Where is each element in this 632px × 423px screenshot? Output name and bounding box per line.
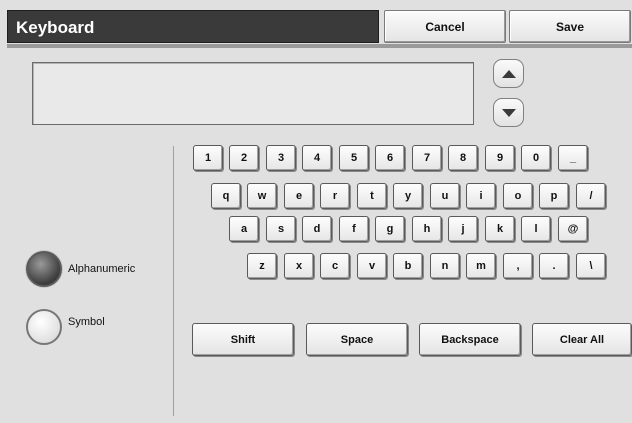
key-u[interactable]: u — [430, 183, 460, 209]
backspace-button[interactable]: Backspace — [419, 323, 521, 356]
key-at[interactable]: @ — [558, 216, 588, 242]
key-2[interactable]: 2 — [229, 145, 259, 171]
key-h[interactable]: h — [412, 216, 442, 242]
scroll-down-button[interactable] — [493, 98, 524, 127]
title-underline — [7, 44, 632, 48]
key-comma[interactable]: , — [503, 253, 533, 279]
key-l[interactable]: l — [521, 216, 551, 242]
key-slash[interactable]: / — [576, 183, 606, 209]
cancel-button[interactable]: Cancel — [384, 10, 506, 43]
clear-all-button[interactable]: Clear All — [532, 323, 632, 356]
key-5[interactable]: 5 — [339, 145, 369, 171]
text-entry-field[interactable] — [32, 62, 474, 125]
key-r[interactable]: r — [320, 183, 350, 209]
key-1[interactable]: 1 — [193, 145, 223, 171]
key-o[interactable]: o — [503, 183, 533, 209]
keyboard-dialog: Keyboard Cancel Save 1 2 3 4 5 6 7 8 9 0… — [0, 0, 632, 423]
section-divider — [173, 146, 174, 416]
shift-button[interactable]: Shift — [192, 323, 294, 356]
key-x[interactable]: x — [284, 253, 314, 279]
key-d[interactable]: d — [302, 216, 332, 242]
key-y[interactable]: y — [393, 183, 423, 209]
triangle-down-icon — [501, 108, 516, 117]
key-i[interactable]: i — [466, 183, 496, 209]
key-7[interactable]: 7 — [412, 145, 442, 171]
key-k[interactable]: k — [485, 216, 515, 242]
alphanumeric-label: Alphanumeric — [68, 263, 136, 275]
key-8[interactable]: 8 — [448, 145, 478, 171]
key-underscore[interactable]: _ — [558, 145, 588, 171]
key-b[interactable]: b — [393, 253, 423, 279]
key-9[interactable]: 9 — [485, 145, 515, 171]
dialog-title: Keyboard — [7, 10, 379, 43]
key-backslash[interactable]: \ — [576, 253, 606, 279]
key-v[interactable]: v — [357, 253, 387, 279]
key-p[interactable]: p — [539, 183, 569, 209]
key-a[interactable]: a — [229, 216, 259, 242]
save-button[interactable]: Save — [509, 10, 631, 43]
key-j[interactable]: j — [448, 216, 478, 242]
key-3[interactable]: 3 — [266, 145, 296, 171]
key-t[interactable]: t — [357, 183, 387, 209]
key-m[interactable]: m — [466, 253, 496, 279]
key-f[interactable]: f — [339, 216, 369, 242]
key-q[interactable]: q — [211, 183, 241, 209]
key-6[interactable]: 6 — [375, 145, 405, 171]
key-w[interactable]: w — [247, 183, 277, 209]
key-g[interactable]: g — [375, 216, 405, 242]
space-button[interactable]: Space — [306, 323, 408, 356]
key-n[interactable]: n — [430, 253, 460, 279]
key-z[interactable]: z — [247, 253, 277, 279]
key-c[interactable]: c — [320, 253, 350, 279]
key-e[interactable]: e — [284, 183, 314, 209]
key-0[interactable]: 0 — [521, 145, 551, 171]
symbol-label: Symbol — [68, 316, 105, 328]
key-period[interactable]: . — [539, 253, 569, 279]
scroll-up-button[interactable] — [493, 59, 524, 88]
symbol-radio[interactable] — [26, 309, 62, 345]
triangle-up-icon — [501, 69, 516, 78]
key-s[interactable]: s — [266, 216, 296, 242]
alphanumeric-radio[interactable] — [26, 251, 62, 287]
key-4[interactable]: 4 — [302, 145, 332, 171]
